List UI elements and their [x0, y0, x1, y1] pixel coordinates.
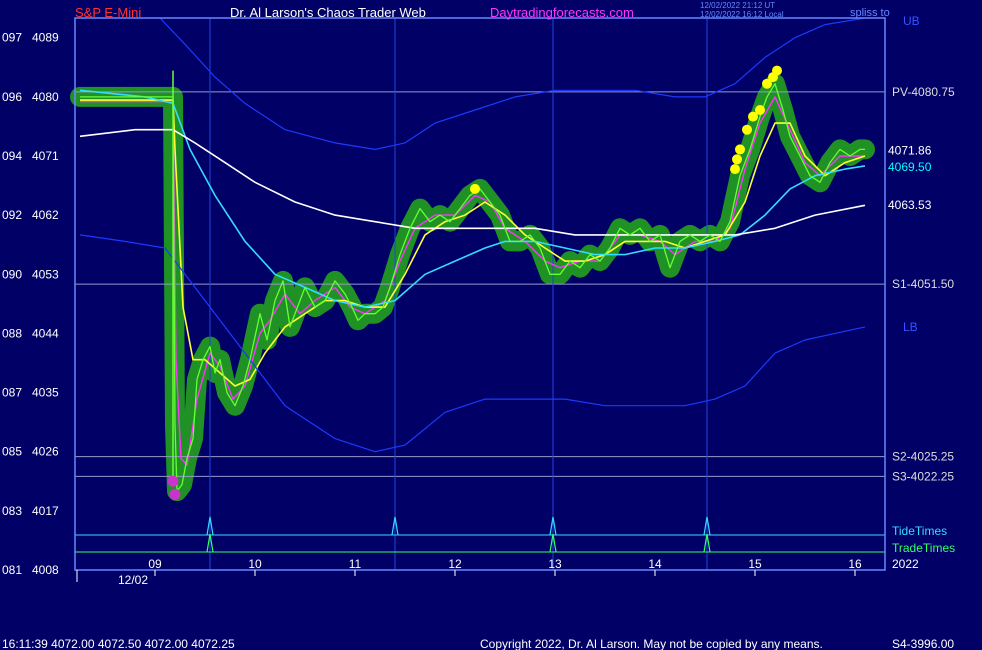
- s4-label: S4-3996.00: [892, 637, 954, 650]
- y-tick-left: 094: [2, 149, 22, 163]
- yellow-dot: [470, 183, 480, 194]
- value-label: 4069.50: [888, 160, 932, 174]
- author-label: Dr. Al Larson's Chaos Trader Web: [230, 5, 426, 20]
- y-tick-left: 083: [2, 504, 22, 518]
- x-tick-label: 12: [448, 557, 462, 571]
- y-tick-left: 087: [2, 386, 22, 400]
- yellow-dot: [732, 154, 742, 165]
- x-tick-label: 16: [848, 557, 862, 571]
- site-link[interactable]: Daytradingforecasts.com: [490, 5, 634, 20]
- chart-canvas: PV-4080.75 S1-4051.50 S2-4025.25 S3-4022.25…: [0, 0, 982, 650]
- y-tick-right: 4053: [32, 267, 59, 281]
- y-tick-left: 090: [2, 267, 22, 281]
- corner-label: spliss to: [850, 7, 890, 19]
- chart-title: S&P E-Mini: [75, 5, 141, 20]
- copyright-text: Copyright 2022, Dr. Al Larson. May not b…: [480, 637, 823, 650]
- y-tick-right: 4017: [32, 504, 59, 518]
- level-label: S3-4022.25: [892, 469, 954, 483]
- level-label: S2-4025.25: [892, 450, 954, 464]
- date-label: 12/02: [118, 573, 148, 587]
- level-label: S1-4051.50: [892, 277, 954, 291]
- y-tick-left: 096: [2, 90, 22, 104]
- x-tick-label: 09: [148, 557, 162, 571]
- value-label: 4071.86: [888, 143, 932, 157]
- y-tick-left: 081: [2, 563, 22, 577]
- trade-times-label: TradeTimes: [892, 541, 955, 555]
- yellow-dot: [772, 65, 782, 76]
- magenta-dot: [167, 475, 179, 487]
- ub-label: UB: [903, 14, 920, 28]
- x-tick-label: 10: [248, 557, 262, 571]
- y-tick-right: 4071: [32, 149, 59, 163]
- y-tick-right: 4008: [32, 563, 59, 577]
- y-tick-left: 097: [2, 31, 22, 45]
- y-tick-left: 088: [2, 326, 22, 340]
- yellow-dot: [735, 144, 745, 155]
- tide-times-label: TideTimes: [892, 524, 947, 538]
- timestamp-ut: 12/02/2022 21:12 UT: [700, 1, 775, 10]
- level-label: PV-4080.75: [892, 85, 955, 99]
- lb-label: LB: [903, 320, 918, 334]
- year-label: 2022: [892, 557, 919, 571]
- y-tick-left: 092: [2, 208, 22, 222]
- x-tick-label: 15: [748, 557, 762, 571]
- y-tick-right: 4062: [32, 208, 59, 222]
- y-tick-left: 085: [2, 445, 22, 459]
- value-label: 4063.53: [888, 198, 932, 212]
- x-tick-label: 11: [349, 557, 362, 571]
- y-tick-right: 4044: [32, 326, 59, 340]
- yellow-dot: [730, 164, 740, 175]
- x-tick-label: 14: [648, 557, 662, 571]
- last-bar-readout: 16:11:39 4072.00 4072.50 4072.00 4072.25: [2, 637, 235, 650]
- magenta-dot: [169, 488, 181, 500]
- y-tick-right: 4035: [32, 386, 59, 400]
- y-tick-right: 4089: [32, 31, 59, 45]
- yellow-dot: [742, 124, 752, 135]
- x-tick-label: 13: [548, 557, 562, 571]
- y-tick-right: 4080: [32, 90, 59, 104]
- yellow-dot: [755, 105, 765, 115]
- timestamp-local: 12/02/2022 16:12 Local: [700, 10, 784, 19]
- y-tick-right: 4026: [32, 445, 59, 459]
